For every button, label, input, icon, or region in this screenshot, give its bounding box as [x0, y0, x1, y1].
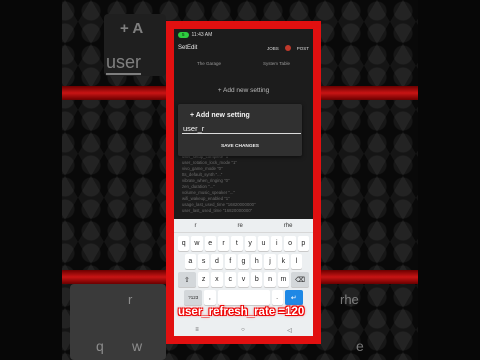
key-d[interactable]: d	[211, 254, 223, 269]
key-n[interactable]: n	[264, 272, 276, 287]
key-l[interactable]: l	[291, 254, 303, 269]
key-row-2: a s d f g h j k l	[174, 254, 313, 269]
call-pill[interactable]: 5	[178, 32, 189, 38]
menu-icon[interactable]: ≡	[195, 327, 199, 333]
setting-name-input[interactable]: user_r	[182, 124, 301, 134]
add-setting-dialog: + Add new setting user_r SAVE CHANGES	[178, 104, 302, 156]
suggestion-bar: r re rhe	[174, 219, 313, 233]
key-j[interactable]: j	[264, 254, 276, 269]
record-icon[interactable]	[284, 45, 291, 51]
key-s[interactable]: s	[197, 254, 210, 269]
phone-screen: 5 11:43 AM SetEdit JOBS POST The Garage …	[174, 29, 313, 336]
period-key[interactable]: .	[271, 290, 283, 305]
save-changes-button[interactable]: SAVE CHANGES	[178, 144, 302, 149]
key-q[interactable]: q	[178, 236, 190, 251]
key-z[interactable]: z	[197, 272, 210, 287]
key-g[interactable]: g	[237, 254, 250, 269]
add-setting-button[interactable]: + Add new setting	[174, 87, 313, 94]
bg-echo-keyboard	[70, 284, 166, 360]
bg-echo-key: w	[132, 338, 143, 354]
key-h[interactable]: h	[251, 254, 263, 269]
video-frame: + A user r rhe q w e 5 11:43 AM SetEdit …	[0, 0, 480, 360]
space-key[interactable]	[217, 290, 270, 305]
caption-overlay: user_refresh_rate =120	[178, 306, 305, 318]
home-icon[interactable]: ○	[241, 327, 245, 333]
red-band-right	[321, 86, 418, 100]
key-r[interactable]: r	[217, 236, 230, 251]
bg-echo-suggestion: r	[128, 292, 133, 307]
key-p[interactable]: p	[297, 236, 309, 251]
key-m[interactable]: m	[277, 272, 290, 287]
app-title: SetEdit	[178, 45, 198, 51]
bg-echo-key: q	[96, 338, 104, 354]
key-o[interactable]: o	[284, 236, 296, 251]
red-band-left	[62, 86, 166, 100]
key-row-3: ⇧ z x c v b n m ⌫	[174, 272, 313, 287]
back-icon[interactable]: ◁	[287, 327, 292, 334]
symbols-key[interactable]: ?123	[184, 290, 203, 305]
settings-list: user_setup_complete "1" user_rotation_lo…	[182, 154, 256, 214]
left-black-bar	[0, 0, 62, 360]
key-i[interactable]: i	[271, 236, 283, 251]
app-bar: SetEdit JOBS POST	[174, 41, 313, 55]
bg-echo-key: e	[356, 338, 364, 354]
nav-bar: ≡ ○ ◁	[174, 324, 313, 336]
key-c[interactable]: c	[224, 272, 236, 287]
suggestion[interactable]: rhe	[284, 223, 293, 229]
dialog-title: + Add new setting	[190, 112, 250, 119]
shift-key[interactable]: ⇧	[177, 272, 196, 287]
key-a[interactable]: a	[184, 254, 196, 269]
on-screen-keyboard: r re rhe q w e r t y u i o p a s d f g h…	[174, 219, 313, 336]
filter-right[interactable]: System Table	[263, 61, 290, 75]
status-bar: 5 11:43 AM	[174, 29, 313, 41]
suggestion[interactable]: re	[237, 223, 242, 229]
backspace-key[interactable]: ⌫	[291, 272, 310, 287]
status-time: 11:43 AM	[191, 32, 213, 38]
bg-echo-heading: + A	[120, 20, 144, 37]
filter-left[interactable]: The Garage	[197, 61, 221, 75]
red-band-right-bottom	[321, 270, 418, 284]
filter-row: The Garage System Table	[174, 55, 313, 75]
key-k[interactable]: k	[277, 254, 290, 269]
enter-key[interactable]: ↵	[284, 290, 303, 305]
red-band-left-bottom	[62, 270, 166, 284]
jobs-button[interactable]: JOBS	[267, 46, 279, 51]
key-y[interactable]: y	[244, 236, 256, 251]
key-b[interactable]: b	[251, 272, 263, 287]
key-f[interactable]: f	[224, 254, 236, 269]
key-row-1: q w e r t y u i o p	[174, 236, 313, 251]
list-item[interactable]: user_last_used_time "16820000000"	[182, 208, 256, 214]
right-black-bar	[418, 0, 480, 360]
key-row-4: ?123 , . ↵	[174, 290, 313, 305]
bg-echo-suggestion: rhe	[340, 292, 359, 307]
comma-key[interactable]: ,	[204, 290, 216, 305]
bg-echo-input: user	[106, 52, 142, 75]
key-w[interactable]: w	[191, 236, 203, 251]
key-e[interactable]: e	[204, 236, 216, 251]
post-button[interactable]: POST	[297, 46, 309, 51]
key-t[interactable]: t	[231, 236, 243, 251]
key-v[interactable]: v	[237, 272, 250, 287]
key-x[interactable]: x	[211, 272, 223, 287]
suggestion[interactable]: r	[194, 223, 196, 229]
key-u[interactable]: u	[257, 236, 270, 251]
